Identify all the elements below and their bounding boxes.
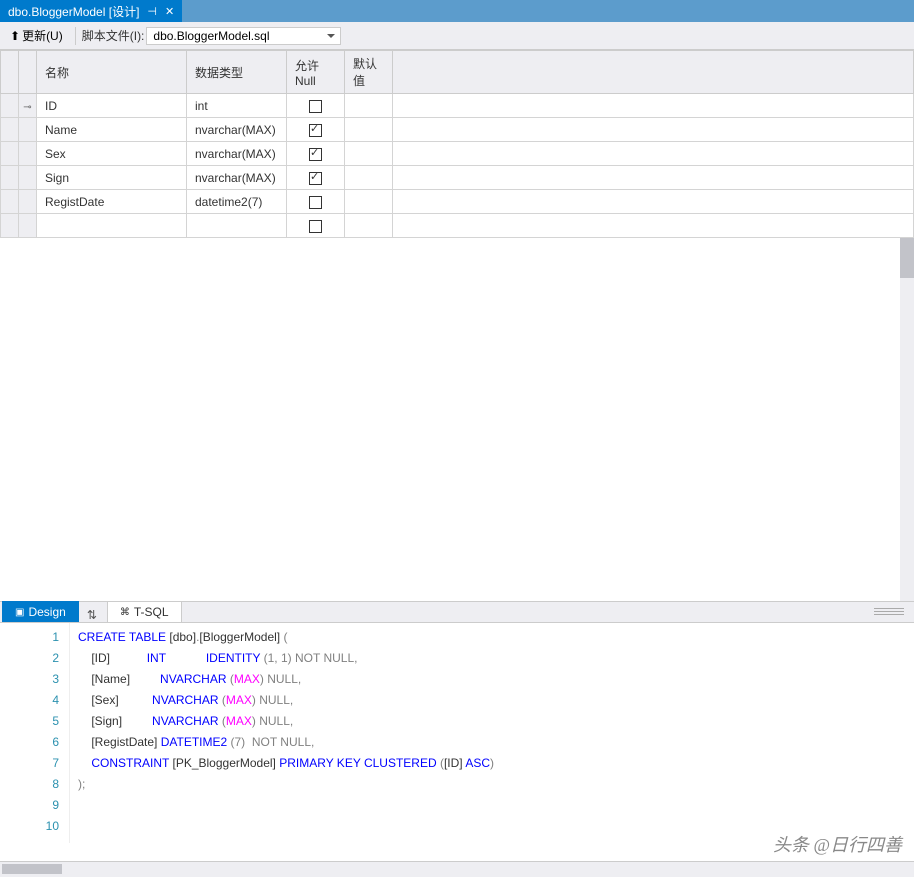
null-checkbox[interactable]	[309, 220, 322, 233]
null-checkbox[interactable]	[309, 148, 322, 161]
table-row[interactable]: RegistDatedatetime2(7)	[1, 190, 914, 214]
null-checkbox[interactable]	[309, 100, 322, 113]
design-icon: ▣	[15, 607, 24, 618]
separator	[75, 27, 76, 45]
watermark: 头条 @日行四善	[773, 831, 902, 857]
key-icon: ⊸	[23, 102, 31, 113]
header-name: 名称	[37, 51, 187, 94]
designer-toolbar: ⬆ 更新(U) 脚本文件(I): dbo.BloggerModel.sql	[0, 22, 914, 50]
resize-grip[interactable]	[874, 608, 904, 616]
null-checkbox[interactable]	[309, 196, 322, 209]
update-label: 更新(U)	[22, 27, 63, 44]
swap-icon[interactable]: ⇅	[79, 608, 105, 622]
null-checkbox[interactable]	[309, 124, 322, 137]
script-file-select[interactable]: dbo.BloggerModel.sql	[146, 27, 341, 45]
sql-code[interactable]: CREATE TABLE [dbo].[BloggerModel] ( [ID]…	[70, 623, 494, 843]
sql-icon: ⌘	[120, 607, 130, 618]
table-row[interactable]: ⊸IDint	[1, 94, 914, 118]
null-checkbox[interactable]	[309, 172, 322, 185]
arrow-up-icon: ⬆	[10, 29, 20, 43]
line-gutter: 12345678910	[0, 623, 70, 843]
designer-empty-area	[0, 238, 914, 601]
tab-tsql[interactable]: ⌘ T-SQL	[107, 601, 182, 622]
tab-design[interactable]: ▣ Design	[2, 601, 79, 622]
pin-icon[interactable]: ⊣	[147, 5, 157, 18]
header-default: 默认值	[345, 51, 393, 94]
table-row[interactable]: Signnvarchar(MAX)	[1, 166, 914, 190]
document-tab[interactable]: dbo.BloggerModel [设计] ⊣ ✕	[0, 0, 182, 22]
grid-header-row: 名称 数据类型 允许 Null 默认值	[1, 51, 914, 94]
table-row[interactable]	[1, 214, 914, 238]
horizontal-scrollbar[interactable]	[0, 861, 914, 877]
header-type: 数据类型	[187, 51, 287, 94]
columns-grid[interactable]: 名称 数据类型 允许 Null 默认值 ⊸IDint Namenvarchar(…	[0, 50, 914, 238]
table-row[interactable]: Sexnvarchar(MAX)	[1, 142, 914, 166]
header-spacer	[393, 51, 914, 94]
sql-editor[interactable]: 12345678910 CREATE TABLE [dbo].[BloggerM…	[0, 623, 914, 843]
update-button[interactable]: ⬆ 更新(U)	[4, 25, 69, 46]
pane-tabs: ▣ Design ⇅ ⌘ T-SQL	[0, 601, 914, 623]
document-tab-bar: dbo.BloggerModel [设计] ⊣ ✕	[0, 0, 914, 22]
close-icon[interactable]: ✕	[165, 5, 174, 18]
script-file-value: dbo.BloggerModel.sql	[153, 29, 269, 43]
table-designer: 名称 数据类型 允许 Null 默认值 ⊸IDint Namenvarchar(…	[0, 50, 914, 238]
tab-title: dbo.BloggerModel [设计]	[8, 3, 139, 20]
table-row[interactable]: Namenvarchar(MAX)	[1, 118, 914, 142]
script-file-label: 脚本文件(I):	[82, 27, 145, 44]
header-null: 允许 Null	[287, 51, 345, 94]
